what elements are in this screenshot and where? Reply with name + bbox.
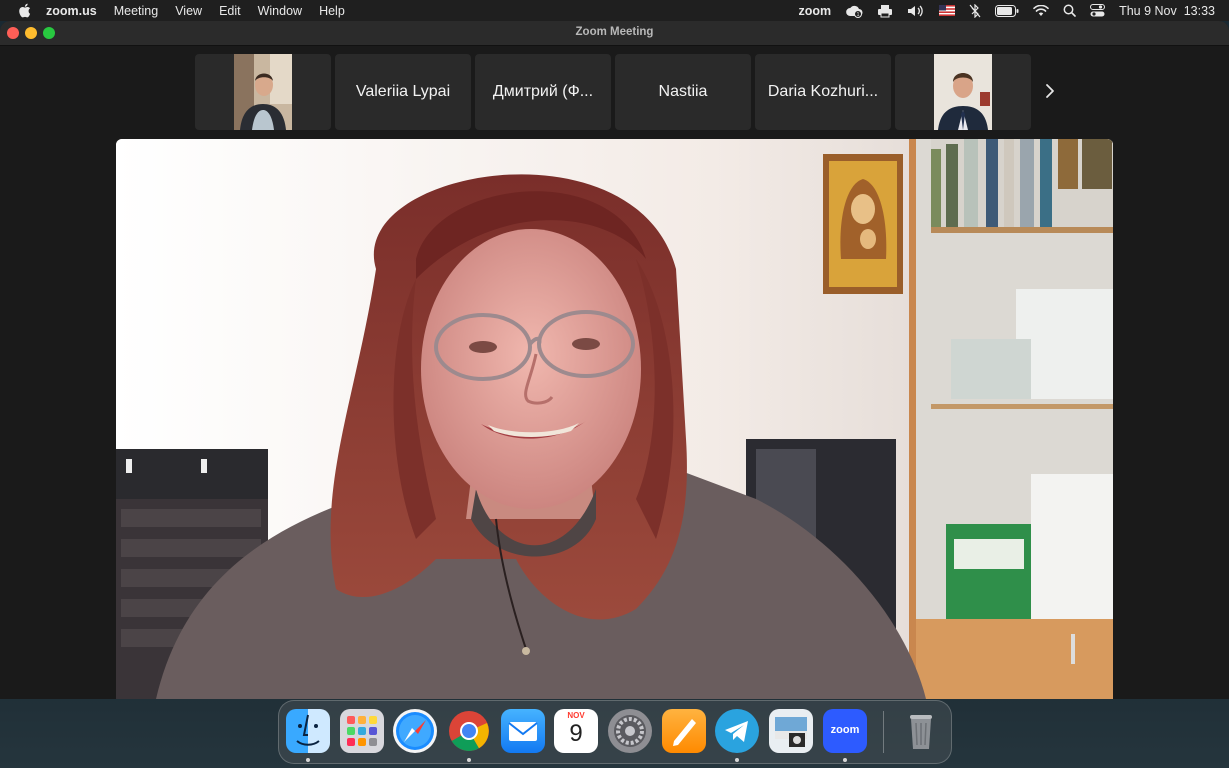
dock-separator xyxy=(883,711,884,753)
zoom-app-icon[interactable]: zoom xyxy=(823,709,867,753)
participant-video-thumbnail xyxy=(234,54,292,130)
participant-tile[interactable]: Дмитрий (Ф... xyxy=(475,54,611,130)
printer-icon[interactable] xyxy=(877,4,893,18)
us-flag-input-icon[interactable] xyxy=(939,5,956,16)
participant-name: Дмитрий (Ф... xyxy=(492,83,594,100)
participant-name: Valeriia Lypai xyxy=(355,83,451,100)
active-speaker-video[interactable] xyxy=(116,139,1113,699)
spotlight-search-icon[interactable] xyxy=(1063,4,1076,17)
safari-icon[interactable] xyxy=(393,709,437,753)
trash-icon[interactable] xyxy=(899,709,943,753)
running-indicator xyxy=(467,758,471,762)
control-center-icon[interactable] xyxy=(1090,4,1106,17)
running-indicator xyxy=(306,758,310,762)
menu-clock[interactable]: Thu 9 Nov 13:33 xyxy=(1119,4,1215,18)
apple-menu-icon[interactable] xyxy=(18,3,32,18)
pages-icon[interactable] xyxy=(662,709,706,753)
creative-cloud-icon[interactable]: 1 xyxy=(845,4,863,18)
mail-icon[interactable] xyxy=(501,709,545,753)
participant-tile[interactable]: Nastiia xyxy=(615,54,751,130)
menu-meeting[interactable]: Meeting xyxy=(114,4,158,18)
telegram-icon[interactable] xyxy=(715,709,759,753)
running-indicator xyxy=(735,758,739,762)
participant-video-thumbnail xyxy=(934,54,992,130)
wifi-icon[interactable] xyxy=(1033,4,1049,17)
zoom-app-label: zoom xyxy=(830,724,860,736)
chrome-icon[interactable] xyxy=(447,709,491,753)
participant-tile[interactable] xyxy=(195,54,331,130)
calendar-day: 9 xyxy=(569,720,583,747)
next-participants-button[interactable] xyxy=(1040,81,1060,105)
battery-icon[interactable] xyxy=(995,4,1019,17)
calendar-icon[interactable]: NOV 9 xyxy=(554,709,598,753)
svg-text:1: 1 xyxy=(857,12,860,18)
dock: NOV 9 zoom xyxy=(278,700,952,764)
menu-edit[interactable]: Edit xyxy=(219,4,241,18)
window-title: Zoom Meeting xyxy=(575,26,654,38)
menu-help[interactable]: Help xyxy=(319,4,345,18)
window-titlebar[interactable]: Zoom Meeting xyxy=(0,21,1229,46)
finder-icon[interactable] xyxy=(286,709,330,753)
menu-bar: zoom.us Meeting View Edit Window Help zo… xyxy=(0,0,1229,21)
chevron-right-icon xyxy=(1045,83,1055,104)
preview-icon[interactable] xyxy=(769,709,813,753)
menu-app-name[interactable]: zoom.us xyxy=(46,4,97,18)
zoom-status-item[interactable]: zoom xyxy=(798,4,831,18)
menu-view[interactable]: View xyxy=(175,4,202,18)
participant-name: Nastiia xyxy=(658,83,708,100)
volume-icon[interactable] xyxy=(907,4,925,18)
launchpad-icon[interactable] xyxy=(340,709,384,753)
participant-name: Daria Kozhuri... xyxy=(767,83,879,100)
system-settings-icon[interactable] xyxy=(608,709,652,753)
participant-tile[interactable]: Daria Kozhuri... xyxy=(755,54,891,130)
bluetooth-off-icon[interactable] xyxy=(969,3,981,18)
menu-window[interactable]: Window xyxy=(258,4,302,18)
calendar-month: NOV xyxy=(567,711,585,720)
zoom-meeting-window: Zoom Meeting Valeriia Lypai Дмитрий (Ф..… xyxy=(0,21,1229,699)
running-indicator xyxy=(843,758,847,762)
participant-tile[interactable]: Valeriia Lypai xyxy=(335,54,471,130)
participant-tile[interactable] xyxy=(895,54,1031,130)
